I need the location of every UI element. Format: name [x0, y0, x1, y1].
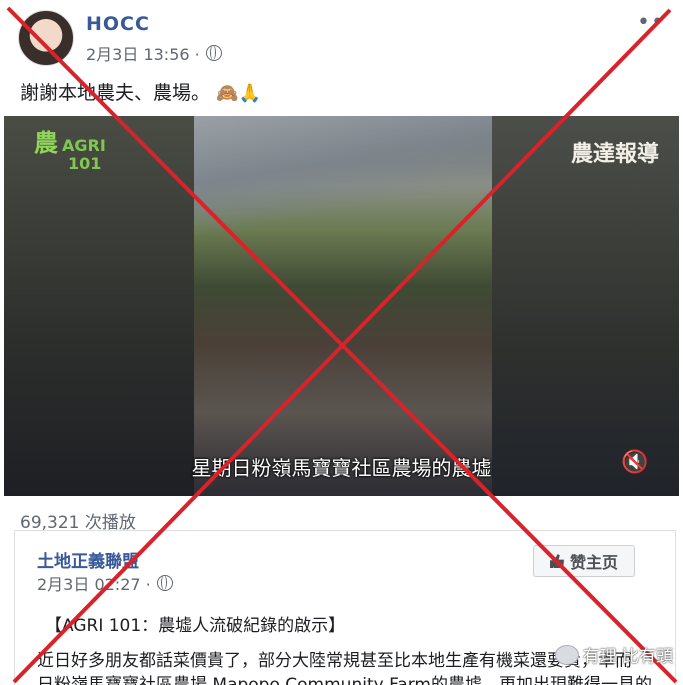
- mute-icon[interactable]: 🔇: [621, 450, 651, 478]
- video-subtitle: 星期日粉嶺馬寶寶社區農場的農墟: [191, 456, 492, 480]
- watermark: 有理 比有頭: [554, 642, 673, 667]
- facebook-post: HOCC 2月3日 13:56 · •• 謝謝本地農夫、農場。 🙈🙏 農 AGRI…: [0, 0, 683, 685]
- wechat-icon: [554, 644, 579, 665]
- like-page-button[interactable]: 赞主页: [533, 545, 635, 577]
- shared-date[interactable]: 2月3日 02:27 ·: [37, 571, 151, 595]
- more-dots-icon[interactable]: ••: [637, 10, 665, 35]
- caption-emoji: 🙈🙏: [216, 83, 261, 104]
- post-meta: 2月3日 13:56 ·: [86, 41, 222, 65]
- video-player[interactable]: 農 AGRI 101 農達報導 星期日粉嶺馬寶寶社區農場的農墟 🔇: [4, 116, 679, 496]
- globe-icon: [205, 45, 222, 61]
- agri101-logo: 農 AGRI 101: [34, 129, 106, 173]
- video-tent: [194, 116, 492, 236]
- post-caption: 謝謝本地農夫、農場。 🙈🙏: [20, 78, 261, 105]
- post-author[interactable]: HOCC: [86, 13, 150, 35]
- video-blur-right: [489, 116, 679, 496]
- globe-icon: [156, 575, 173, 591]
- shared-meta: 2月3日 02:27 ·: [37, 571, 173, 595]
- thumbs-up-icon: [549, 554, 564, 568]
- shared-title: 【AGRI 101：農墟人流破紀錄的啟示】: [45, 616, 346, 636]
- post-date[interactable]: 2月3日 13:56 ·: [86, 41, 200, 65]
- caption-text: 謝謝本地農夫、農場。: [20, 82, 211, 104]
- channel-logo: 農達報導: [570, 141, 659, 167]
- avatar[interactable]: [18, 10, 74, 66]
- shared-page-name[interactable]: 土地正義聯盟: [37, 547, 139, 572]
- video-blur-left: [4, 116, 194, 496]
